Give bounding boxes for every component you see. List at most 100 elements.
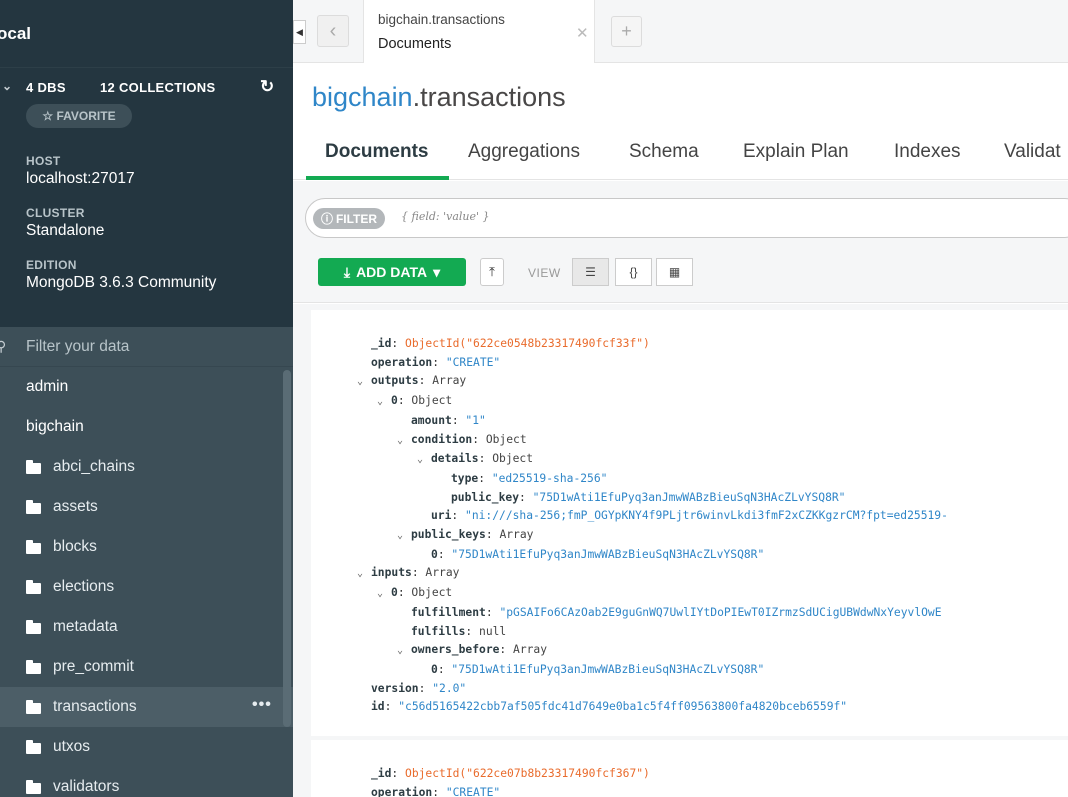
search-icon: ⚲ [0, 338, 7, 354]
sidebar-db-admin[interactable]: admin [0, 367, 293, 407]
tab-aggregations[interactable]: Aggregations [468, 141, 580, 163]
folder-icon [26, 499, 41, 514]
expand-caret-icon[interactable]: ⌄ [377, 393, 391, 412]
info-value: MongoDB 3.6.3 Community [26, 274, 217, 291]
document-card[interactable]: _id: ObjectId("622ce0548b23317490fcf33f"… [311, 310, 1068, 736]
sidebar-collection-item[interactable]: elections [0, 567, 293, 607]
folder-icon [26, 739, 41, 754]
tab-namespace: bigchain.transactions [378, 12, 505, 27]
collection-label: pre_commit [53, 658, 134, 675]
sidebar: ocal ⌄ 4 DBS 12 COLLECTIONS ↻ ☆ FAVORITE… [0, 0, 293, 797]
folder-icon [26, 619, 41, 634]
collection-label: metadata [53, 618, 118, 635]
active-tab-indicator [306, 176, 449, 180]
sidebar-collection-item[interactable]: assets [0, 487, 293, 527]
view-label: VIEW [528, 266, 561, 280]
instance-info: HOST localhost:27017 CLUSTER Standalone … [0, 137, 293, 327]
expand-caret-icon[interactable]: ⌄ [377, 585, 391, 604]
collection-label: transactions [53, 698, 137, 715]
folder-icon [26, 779, 41, 794]
collapse-caret-icon[interactable]: ⌄ [2, 79, 12, 93]
collection-count: 12 COLLECTIONS [100, 80, 216, 95]
query-bar-area: ⓘ FILTER { field: 'value' } ⤓ ADD DATA ▾ ⤒ … [293, 181, 1068, 303]
filter-input[interactable]: { field: 'value' } [401, 210, 490, 223]
add-data-button[interactable]: ⤓ ADD DATA ▾ [318, 258, 466, 286]
favorite-button[interactable]: ☆ FAVORITE [26, 104, 132, 128]
scroll-left-icon[interactable]: ◀ [293, 20, 306, 44]
connection-title: ocal [0, 23, 32, 43]
table-icon: ▦ [668, 265, 681, 279]
json-view-button[interactable]: {} [615, 258, 652, 286]
refresh-icon[interactable]: ↻ [260, 77, 274, 97]
upload-icon: ⤒ [489, 264, 495, 279]
info-icon: ⓘ [320, 212, 333, 226]
info-label: CLUSTER [26, 206, 85, 220]
main-panel: ◀ ‹ bigchain.transactions Documents ✕ + … [293, 0, 1068, 797]
expand-caret-icon[interactable]: ⌄ [397, 527, 411, 546]
tab-prev-button[interactable]: ‹ [317, 15, 349, 47]
info-value: localhost:27017 [26, 170, 135, 187]
expand-caret-icon[interactable]: ⌄ [417, 451, 431, 470]
folder-icon [26, 459, 41, 474]
add-data-label: ADD DATA [356, 264, 428, 280]
instance-stats: ⌄ 4 DBS 12 COLLECTIONS ↻ ☆ FAVORITE [0, 67, 293, 137]
tab-documents[interactable]: Documents [325, 141, 428, 163]
close-icon[interactable]: ✕ [576, 24, 589, 42]
tab-validation[interactable]: Validat [1004, 141, 1061, 163]
document-fields: _id: ObjectId("622ce0548b23317490fcf33f"… [357, 337, 948, 714]
page-title: bigchain.transactions [312, 82, 566, 113]
filter-options-button[interactable]: ⓘ FILTER [313, 208, 385, 229]
document-fields: _id: ObjectId("622ce07b8b23317490fcf367"… [371, 767, 650, 797]
info-value: Standalone [26, 222, 105, 239]
filter-placeholder: Filter your data [26, 337, 130, 355]
document-card[interactable]: _id: ObjectId("622ce07b8b23317490fcf367"… [311, 740, 1068, 797]
sidebar-db-bigchain[interactable]: bigchain [0, 407, 293, 447]
namespace-collection: .transactions [412, 82, 566, 112]
export-button[interactable]: ⤒ [480, 258, 504, 286]
document-list: _id: ObjectId("622ce0548b23317490fcf33f"… [293, 304, 1068, 797]
folder-icon [26, 699, 41, 714]
tab-explain-plan[interactable]: Explain Plan [743, 141, 849, 163]
cluster-info: CLUSTER Standalone [26, 188, 267, 240]
new-tab-button[interactable]: + [611, 16, 642, 47]
folder-icon [26, 579, 41, 594]
host-info: HOST localhost:27017 [26, 137, 267, 188]
expand-caret-icon[interactable]: ⌄ [397, 432, 411, 451]
download-icon: ⤓ [343, 263, 351, 280]
tab-active[interactable]: bigchain.transactions Documents ✕ [363, 0, 595, 63]
braces-icon: {} [629, 265, 638, 279]
edition-info: EDITION MongoDB 3.6.3 Community [26, 240, 267, 292]
collection-label: abci_chains [53, 458, 135, 475]
sidebar-scrollbar[interactable] [283, 370, 291, 727]
expand-caret-icon[interactable]: ⌄ [357, 565, 371, 584]
sidebar-collection-item[interactable]: abci_chains [0, 447, 293, 487]
list-view-button[interactable]: ☰ [572, 258, 609, 286]
sidebar-collection-item[interactable]: blocks [0, 527, 293, 567]
collection-label: assets [53, 498, 98, 515]
tab-schema[interactable]: Schema [629, 141, 699, 163]
info-label: HOST [26, 154, 61, 168]
folder-icon [26, 539, 41, 554]
namespace-db: bigchain [312, 82, 413, 112]
more-options-icon[interactable]: ••• [252, 696, 272, 714]
expand-caret-icon[interactable]: ⌄ [357, 373, 371, 392]
sidebar-collection-item[interactable]: validators [0, 767, 293, 797]
sidebar-collection-item[interactable]: utxos [0, 727, 293, 767]
table-view-button[interactable]: ▦ [656, 258, 693, 286]
tab-indexes[interactable]: Indexes [894, 141, 961, 163]
folder-icon [26, 659, 41, 674]
sidebar-collection-item[interactable]: pre_commit [0, 647, 293, 687]
collection-label: validators [53, 778, 120, 795]
query-filter-bar[interactable]: ⓘ FILTER { field: 'value' } [305, 198, 1068, 238]
expand-caret-icon[interactable]: ⌄ [397, 642, 411, 661]
tab-bar: ◀ ‹ bigchain.transactions Documents ✕ + [293, 0, 1068, 63]
tab-subtitle: Documents [378, 36, 452, 52]
info-label: EDITION [26, 258, 77, 272]
db-count: 4 DBS [26, 80, 66, 95]
sidebar-collection-item[interactable]: metadata [0, 607, 293, 647]
sidebar-collection-item-active[interactable]: transactions ••• [0, 687, 293, 727]
sidebar-header: ocal [0, 0, 293, 67]
database-list: admin bigchain abci_chains assets blocks… [0, 367, 293, 797]
sidebar-filter-input[interactable]: ⚲ Filter your data [0, 327, 293, 367]
collection-label: utxos [53, 738, 91, 755]
